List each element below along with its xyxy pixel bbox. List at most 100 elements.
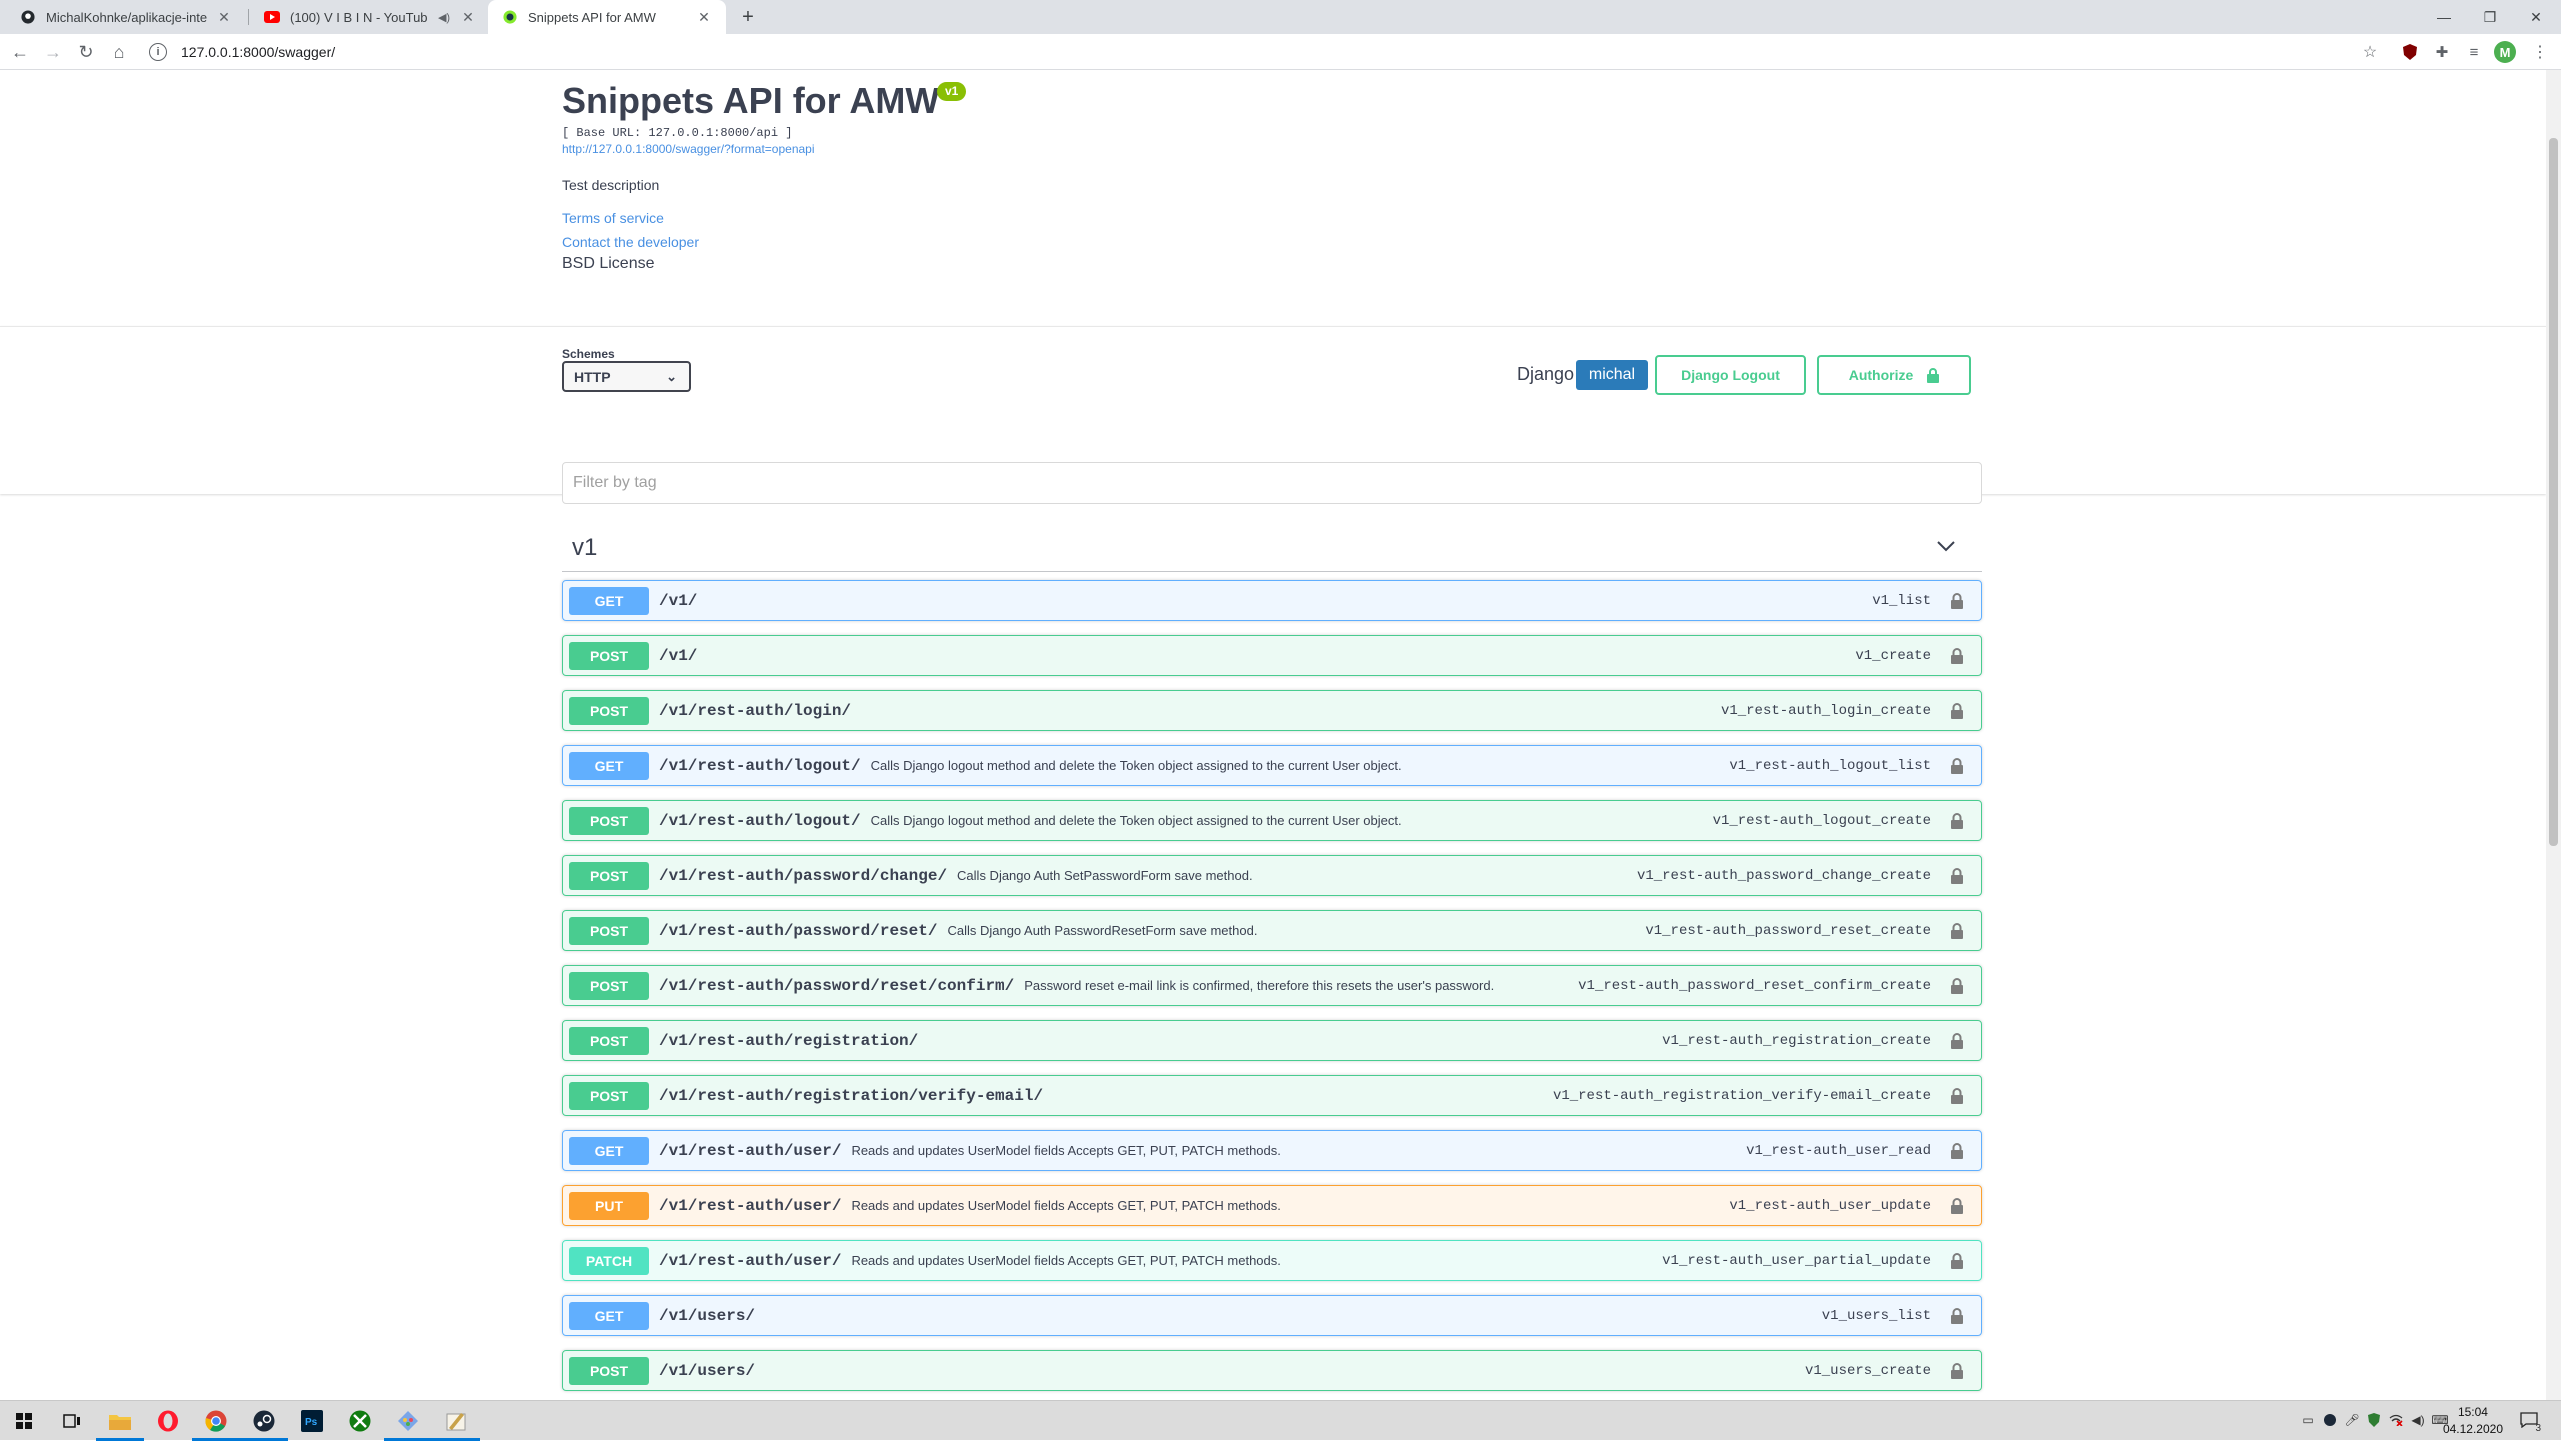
operation-id: v1_rest-auth_user_read [1746,1142,1931,1159]
operation-row-get[interactable]: GET/v1/v1_list [562,580,1982,621]
tab-divider [248,9,249,25]
opera-browser-icon[interactable] [144,1401,192,1441]
collapse-chevron-icon[interactable] [1936,536,1956,557]
bookmark-star-icon[interactable]: ☆ [2360,42,2380,62]
terms-of-service-link[interactable]: Terms of service [562,210,664,226]
chrome-browser-icon[interactable] [192,1401,240,1441]
license-text: BSD License [562,255,655,272]
ublock-extension-icon[interactable] [2400,42,2420,62]
notification-center-icon[interactable]: 3 [2519,1410,2541,1434]
operation-row-post[interactable]: POST/v1/rest-auth/registration/v1_rest-a… [562,1020,1982,1061]
operation-row-post[interactable]: POST/v1/rest-auth/password/reset/confirm… [562,965,1982,1006]
operation-id: v1_rest-auth_password_reset_confirm_crea… [1578,977,1931,994]
close-tab-icon[interactable]: ✕ [696,9,712,26]
http-method-badge: POST [569,696,649,725]
lock-icon[interactable] [1949,1307,1965,1325]
filter-by-tag-input[interactable]: Filter by tag [562,462,1982,504]
lock-icon[interactable] [1949,592,1965,610]
extensions-puzzle-icon[interactable]: ✚ [2432,42,2452,62]
close-window-icon[interactable]: ✕ [2513,0,2559,34]
lock-icon[interactable] [1949,1362,1965,1380]
photoshop-icon[interactable]: Ps [288,1401,336,1441]
close-tab-icon[interactable]: ✕ [460,9,476,26]
windows-start-icon[interactable] [0,1401,48,1441]
lock-icon[interactable] [1949,1197,1965,1215]
browser-tab-github[interactable]: MichalKohnke/aplikacje-internet ✕ [6,0,246,34]
reading-list-icon[interactable]: ≡ [2464,42,2484,62]
taskbar-clock[interactable]: 15:04 04.12.2020 [2443,1404,2503,1438]
lock-icon[interactable] [1949,812,1965,830]
minimize-window-icon[interactable]: — [2421,0,2467,34]
operation-row-put[interactable]: PUT/v1/rest-auth/user/Reads and updates … [562,1185,1982,1226]
close-tab-icon[interactable]: ✕ [216,9,232,26]
restore-window-icon[interactable]: ❐ [2467,0,2513,34]
task-view-icon[interactable] [48,1401,96,1441]
security-shield-icon[interactable] [2366,1412,2382,1428]
operation-summary: Reads and updates UserModel fields Accep… [851,1253,1281,1268]
openapi-spec-link[interactable]: http://127.0.0.1:8000/swagger/?format=op… [562,142,815,156]
schemes-select[interactable]: HTTP ⌄ [562,361,691,392]
operation-path: /v1/rest-auth/user/ [659,1251,842,1270]
operation-row-get[interactable]: GET/v1/rest-auth/logout/Calls Django log… [562,745,1982,786]
operation-row-patch[interactable]: PATCH/v1/rest-auth/user/Reads and update… [562,1240,1982,1281]
operation-row-get[interactable]: GET/v1/users/v1_users_list [562,1295,1982,1336]
scrollbar-thumb[interactable] [2549,138,2558,846]
http-method-badge: POST [569,641,649,670]
operation-row-post[interactable]: POST/v1/users/v1_users_create [562,1350,1982,1391]
operation-row-post[interactable]: POST/v1/rest-auth/logout/Calls Django lo… [562,800,1982,841]
api-description: Test description [562,177,660,193]
lock-icon[interactable] [1949,1032,1965,1050]
lock-icon[interactable] [1949,867,1965,885]
tag-section-header[interactable]: v1 [562,522,1982,572]
profile-avatar[interactable]: M [2494,41,2516,63]
contact-developer-link[interactable]: Contact the developer [562,234,699,250]
http-method-badge: GET [569,1136,649,1165]
lock-icon[interactable] [1949,647,1965,665]
lock-icon[interactable] [1949,922,1965,940]
swagger-page: Snippets API for AMW v1 [ Base URL: 127.… [0,70,2546,1400]
operation-path: /v1/rest-auth/user/ [659,1141,842,1160]
browser-tab-swagger[interactable]: Snippets API for AMW ✕ [488,0,726,34]
authorize-button[interactable]: Authorize [1817,355,1971,395]
operation-row-get[interactable]: GET/v1/rest-auth/user/Reads and updates … [562,1130,1982,1171]
operation-row-post[interactable]: POST/v1/rest-auth/login/v1_rest-auth_log… [562,690,1982,731]
forward-icon[interactable]: → [41,40,65,64]
django-logout-button[interactable]: Django Logout [1655,355,1806,395]
reload-icon[interactable]: ↻ [74,40,98,64]
wifi-disconnected-icon[interactable] [2388,1412,2404,1428]
drawing-app-icon[interactable] [432,1401,480,1441]
back-icon[interactable]: ← [8,40,32,64]
steam-icon[interactable] [240,1401,288,1441]
operation-row-post[interactable]: POST/v1/rest-auth/registration/verify-em… [562,1075,1982,1116]
file-explorer-icon[interactable] [96,1401,144,1441]
lock-icon[interactable] [1949,977,1965,995]
operation-path: /v1/rest-auth/login/ [659,701,852,720]
lock-icon[interactable] [1949,702,1965,720]
lock-icon[interactable] [1949,757,1965,775]
steam-tray-icon[interactable] [2322,1412,2338,1428]
lock-icon[interactable] [1949,1252,1965,1270]
lock-icon[interactable] [1949,1087,1965,1105]
operation-row-post[interactable]: POST/v1/v1_create [562,635,1982,676]
site-info-icon[interactable]: i [149,43,167,61]
new-tab-button[interactable]: + [736,5,760,29]
paint-app-icon[interactable] [384,1401,432,1441]
address-bar[interactable]: i 127.0.0.1:8000/swagger/ [143,38,2356,66]
operation-row-post[interactable]: POST/v1/rest-auth/password/reset/Calls D… [562,910,1982,951]
volume-icon[interactable]: ◀) [2410,1412,2426,1428]
xbox-icon[interactable] [336,1401,384,1441]
operation-row-post[interactable]: POST/v1/rest-auth/password/change/Calls … [562,855,1982,896]
lock-icon[interactable] [1949,1142,1965,1160]
home-icon[interactable]: ⌂ [107,40,131,64]
microphone-icon[interactable]: 🎤︎ [2344,1412,2360,1428]
network-display-icon[interactable]: ▭ [2300,1412,2316,1428]
http-method-badge: POST [569,971,649,1000]
browser-tab-youtube[interactable]: (100) V I B I N - YouTube ◀) ✕ [250,0,490,34]
youtube-icon [264,9,280,25]
browser-menu-icon[interactable]: ⋮ [2530,42,2550,62]
page-scrollbar[interactable] [2546,70,2561,1400]
mute-tab-icon[interactable]: ◀) [436,11,452,24]
schemes-label: Schemes [562,347,615,361]
operation-summary: Calls Django logout method and delete th… [870,758,1402,773]
github-icon [20,9,36,25]
